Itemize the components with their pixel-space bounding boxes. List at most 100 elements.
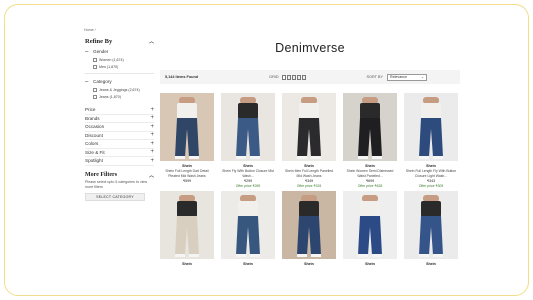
gender-option-men[interactable]: Men (1,870) <box>85 63 154 70</box>
product-card[interactable]: Shein <box>404 191 458 266</box>
grid-5-icon[interactable] <box>291 74 296 80</box>
filter-gender-label: Gender <box>93 49 109 54</box>
filter-brands[interactable]: Brands + <box>85 115 154 123</box>
filter-label: Price <box>85 107 96 113</box>
product-card[interactable]: Shein Shein Full Length Dart Detail Pleat… <box>160 93 214 189</box>
category-option-jeans[interactable]: Jeans (1,870) <box>85 93 154 100</box>
product-price: ₹699 <box>365 179 375 183</box>
product-offer-price: Offer price ₹628 <box>357 184 383 188</box>
filter-colors[interactable]: Colors + <box>85 140 154 149</box>
filter-gender[interactable]: – Gender <box>85 47 154 56</box>
filter-label: Size & Fit <box>85 149 105 155</box>
product-price: ₹349 <box>304 179 314 183</box>
product-image[interactable] <box>282 191 336 259</box>
plus-icon[interactable]: + <box>150 149 154 155</box>
minus-icon[interactable]: – <box>85 79 93 85</box>
sort-by-label: SORT BY <box>366 75 383 79</box>
product-image[interactable] <box>404 93 458 161</box>
gender-option-women[interactable]: Women (1,674) <box>85 56 154 63</box>
product-image[interactable] <box>343 191 397 259</box>
plus-icon[interactable]: + <box>150 115 154 121</box>
product-image[interactable] <box>221 191 275 259</box>
product-card[interactable]: Shein Shein Women Semi Distressed Waist P… <box>343 93 397 189</box>
results-toolbar: 5,144 Items Found GRID SORT BY Relevance… <box>160 70 460 84</box>
grid-label: GRID <box>269 75 279 79</box>
filter-price[interactable]: Price + <box>85 106 154 115</box>
filter-spotlight[interactable]: Spotlight + <box>85 157 154 166</box>
chevron-down-icon: ⌄ <box>420 75 424 79</box>
product-card[interactable]: Shein Shein Fly With Button Closure Mid W… <box>221 93 275 189</box>
filter-label: Brands <box>85 115 100 121</box>
filter-occasion[interactable]: Occasion + <box>85 123 154 132</box>
product-image[interactable] <box>404 191 458 259</box>
grid-5-icon[interactable] <box>286 74 291 80</box>
product-brand: Shein <box>304 262 314 266</box>
grid-toggle[interactable] <box>281 74 306 80</box>
filter-sidebar: Refine By ︿ – Gender Women (1,674) Men (… <box>85 35 154 201</box>
checkbox[interactable] <box>93 94 97 99</box>
product-card[interactable]: Shein <box>343 191 397 266</box>
chevron-up-icon[interactable]: ︿ <box>149 38 154 45</box>
checkbox[interactable] <box>93 87 97 92</box>
product-offer-price <box>160 184 214 189</box>
product-offer-price: Offer price ₹269 <box>235 184 261 188</box>
filter-size-fit[interactable]: Size & Fit + <box>85 149 154 157</box>
more-filters-description: Please select upto 5 categories to view … <box>85 179 148 189</box>
minus-icon[interactable]: – <box>85 49 93 55</box>
product-card[interactable]: Shein <box>282 191 336 266</box>
category-option-jeans-jeggings[interactable]: Jeans & Jeggings (2,674) <box>85 86 154 93</box>
product-grid: Shein Shein Full Length Dart Detail Pleat… <box>160 93 460 266</box>
product-image[interactable] <box>160 191 214 259</box>
product-image[interactable] <box>221 93 275 161</box>
chevron-up-icon[interactable]: ︿ <box>149 172 154 179</box>
option-label: Jeans & Jeggings (2,674) <box>99 87 140 92</box>
product-brand: Shein <box>304 164 314 168</box>
filter-label: Colors <box>85 141 99 147</box>
checkbox[interactable] <box>93 64 97 69</box>
breadcrumb[interactable]: Home / <box>84 28 96 32</box>
product-brand: Shein <box>426 262 436 266</box>
product-price: ₹599 <box>182 179 192 183</box>
plus-icon[interactable]: + <box>150 124 154 130</box>
filter-discount[interactable]: Discount + <box>85 132 154 140</box>
more-filters-title: More Filters <box>85 172 118 178</box>
checkbox[interactable] <box>93 57 97 62</box>
product-name: Shein Full Length Dart Detail Pleated Mi… <box>165 169 209 178</box>
select-category-button[interactable]: SELECT CATEGORY <box>85 192 145 201</box>
plus-icon[interactable]: + <box>150 141 154 147</box>
product-brand: Shein <box>365 262 375 266</box>
product-image[interactable] <box>282 93 336 161</box>
option-label: Men (1,870) <box>99 64 119 69</box>
product-card[interactable]: Shein Shein Men Full Length Panelled Mid … <box>282 93 336 189</box>
product-brand: Shein <box>365 164 375 168</box>
product-brand: Shein <box>426 164 436 168</box>
grid-5-icon[interactable] <box>301 74 306 80</box>
product-brand: Shein <box>243 164 253 168</box>
product-card[interactable]: Shein Shein Full Length Fly With Button C… <box>404 93 458 189</box>
product-offer-price: Offer price ₹315 <box>296 184 322 188</box>
product-card[interactable]: Shein <box>221 191 275 266</box>
product-name: Shein Full Length Fly With Button Closur… <box>405 169 457 178</box>
filter-category[interactable]: – Category <box>85 77 154 86</box>
more-filters-header: More Filters ︿ <box>85 171 154 180</box>
product-brand: Shein <box>182 262 192 266</box>
product-offer-price: Offer price ₹309 <box>418 184 444 188</box>
plus-icon[interactable]: + <box>150 132 154 138</box>
grid-3-icon[interactable] <box>281 74 286 80</box>
product-brand: Shein <box>182 164 192 168</box>
grid-5-icon[interactable] <box>296 74 301 80</box>
product-name: Shein Fly With Button Closure Mid Wash..… <box>222 169 274 178</box>
sort-select[interactable]: Relevance ⌄ <box>387 73 427 81</box>
product-image[interactable] <box>160 93 214 161</box>
refine-by-title: Refine By <box>85 37 113 45</box>
plus-icon[interactable]: + <box>150 107 154 113</box>
product-name: Shein Men Full Length Panelled Mid Wash … <box>284 169 334 178</box>
plus-icon[interactable]: + <box>150 158 154 164</box>
product-card[interactable]: Shein <box>160 191 214 266</box>
product-price: ₹343 <box>426 179 436 183</box>
product-image[interactable] <box>343 93 397 161</box>
items-found-count: 5,144 Items Found <box>165 75 199 79</box>
product-price: ₹299 <box>243 179 253 183</box>
option-label: Women (1,674) <box>99 57 124 62</box>
refine-by-header: Refine By ︿ <box>85 35 154 47</box>
